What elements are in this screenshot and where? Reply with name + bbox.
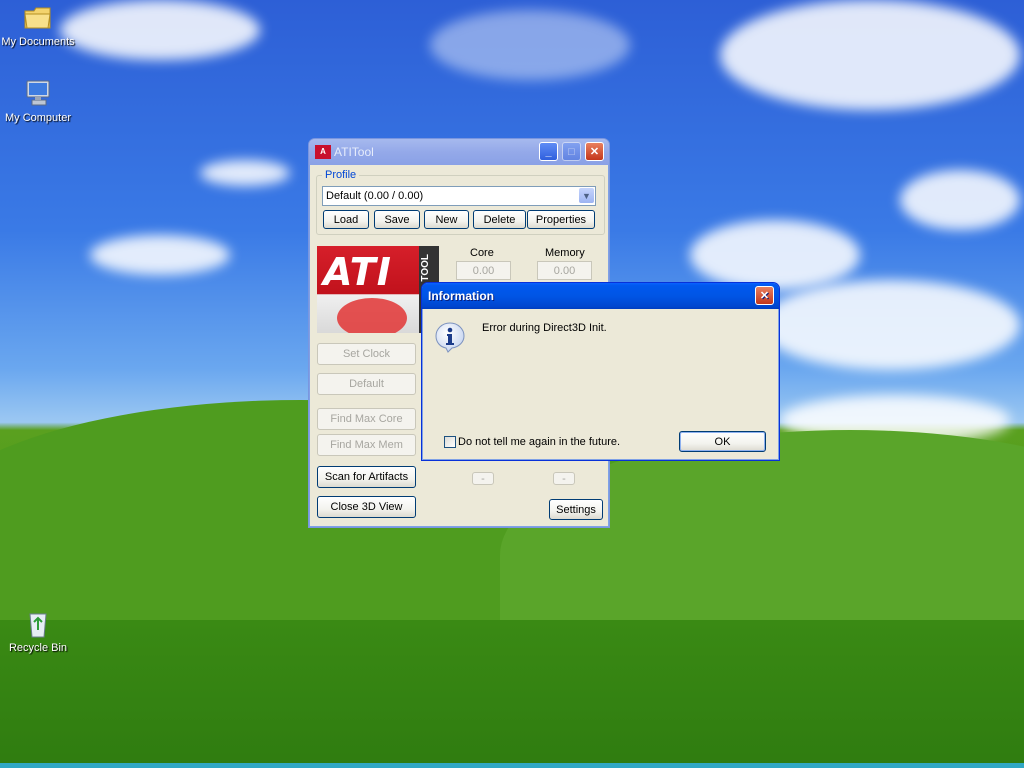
- ati-logo-text: ATI: [323, 250, 392, 294]
- do-not-tell-again-label[interactable]: Do not tell me again in the future.: [458, 436, 620, 448]
- close-3d-view-button[interactable]: Close 3D View: [317, 496, 416, 518]
- desktop-icon-label: My Computer: [4, 112, 72, 124]
- minimize-button[interactable]: _: [539, 142, 558, 161]
- memory-label: Memory: [545, 247, 585, 259]
- new-button[interactable]: New: [424, 210, 469, 229]
- dialog-title: Information: [428, 289, 494, 303]
- properties-button[interactable]: Properties: [527, 210, 595, 229]
- recycle-bin-icon: [22, 608, 54, 640]
- atitool-window-title: ATITool: [334, 145, 374, 159]
- scan-for-artifacts-button[interactable]: Scan for Artifacts: [317, 466, 416, 488]
- maximize-button: □: [562, 142, 581, 161]
- desktop-icon-label: Recycle Bin: [8, 642, 68, 654]
- core-decrement-button: -: [472, 472, 494, 485]
- atitool-app-icon: A: [315, 145, 331, 159]
- save-button[interactable]: Save: [374, 210, 420, 229]
- folder-icon: [22, 2, 54, 34]
- core-label: Core: [470, 247, 494, 259]
- info-icon: [434, 321, 466, 353]
- chevron-down-icon[interactable]: ▼: [579, 188, 594, 203]
- memory-decrement-button: -: [553, 472, 575, 485]
- dialog-titlebar[interactable]: Information ✕: [422, 283, 779, 309]
- desktop-icon-my-documents[interactable]: My Documents: [0, 2, 76, 48]
- find-max-mem-button: Find Max Mem: [317, 434, 416, 456]
- computer-icon: [22, 78, 54, 110]
- ok-button[interactable]: OK: [679, 431, 766, 452]
- desktop-icon-my-computer[interactable]: My Computer: [0, 78, 76, 124]
- desktop-icon-recycle-bin[interactable]: Recycle Bin: [0, 608, 76, 654]
- find-max-core-button: Find Max Core: [317, 408, 416, 430]
- default-button: Default: [317, 373, 416, 395]
- profile-label: Profile: [322, 169, 360, 181]
- atitool-titlebar[interactable]: A ATITool _ □ ✕: [309, 139, 609, 165]
- profile-select[interactable]: Default (0.00 / 0.00) ▼: [322, 186, 596, 206]
- do-not-tell-again-checkbox[interactable]: [444, 436, 456, 448]
- load-button[interactable]: Load: [323, 210, 369, 229]
- profile-selected-value: Default (0.00 / 0.00): [326, 190, 424, 202]
- ati-logo-side-text: TOOL: [420, 254, 431, 282]
- settings-button[interactable]: Settings: [549, 499, 603, 520]
- atitool-close-button[interactable]: ✕: [585, 142, 604, 161]
- dialog-close-button[interactable]: ✕: [755, 286, 774, 305]
- set-clock-button: Set Clock: [317, 343, 416, 365]
- desktop-icon-label: My Documents: [1, 36, 75, 48]
- delete-button[interactable]: Delete: [473, 210, 526, 229]
- core-clock-field: 0.00: [456, 261, 511, 280]
- dialog-message: Error during Direct3D Init.: [482, 322, 607, 334]
- memory-clock-field: 0.00: [537, 261, 592, 280]
- information-dialog: Information ✕ Error during Direct3D Init…: [421, 282, 780, 461]
